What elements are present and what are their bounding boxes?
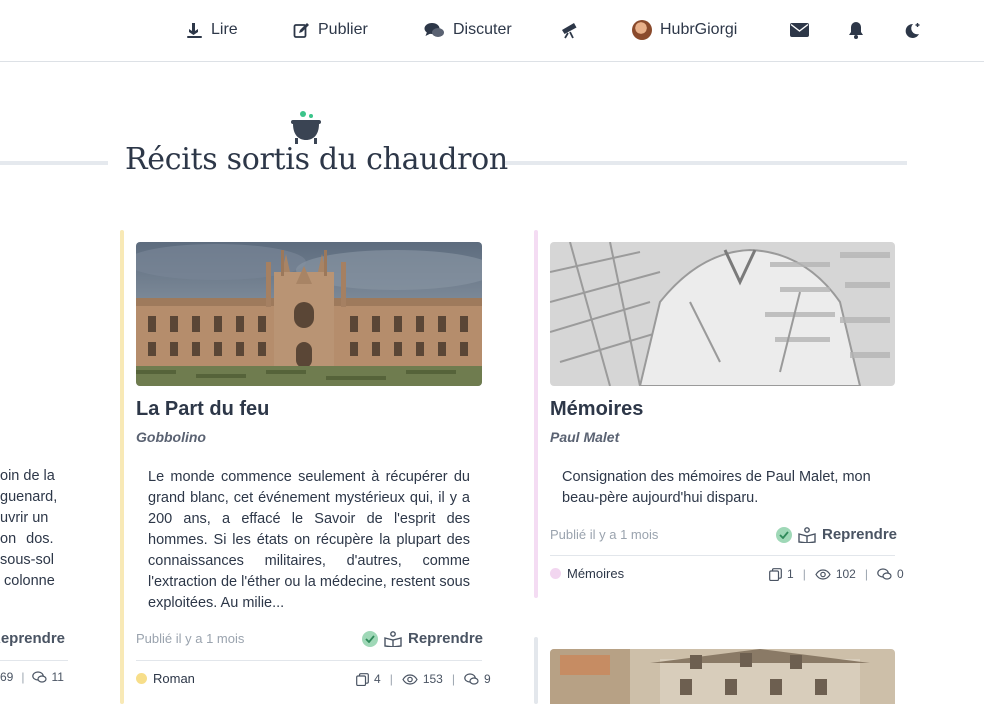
- story-card[interactable]: La Part du feu Gobbolino Le monde commen…: [120, 230, 491, 704]
- story-cover-image[interactable]: [136, 242, 482, 386]
- separator: |: [389, 672, 393, 686]
- publish-date: Publié il y a 1 mois: [136, 631, 245, 646]
- book-reader-icon: [798, 526, 816, 543]
- card-stats: 1 | 102 | 0: [769, 567, 904, 581]
- telescope-icon: [562, 23, 577, 39]
- separator: |: [451, 672, 455, 686]
- title-divider-left: [0, 161, 108, 165]
- top-navbar: Lire Publier Discuter HubrGiorgi: [0, 0, 984, 62]
- comments-icon: [32, 670, 48, 683]
- chapters-count: 4: [374, 672, 381, 686]
- views-count: 153: [422, 672, 443, 686]
- tag-color-dot: [550, 568, 561, 579]
- divider: [0, 660, 68, 661]
- comments-icon: [464, 672, 479, 685]
- views-count: 102: [835, 567, 856, 581]
- story-card[interactable]: Mémoires Paul Malet Consignation des mém…: [534, 230, 904, 598]
- moon-icon: [905, 22, 920, 38]
- story-card[interactable]: [534, 637, 904, 704]
- nav-read-label: Lire: [211, 21, 238, 38]
- card-accent-bar: [534, 637, 538, 704]
- card-divider: [136, 660, 482, 661]
- story-cover-image[interactable]: [550, 649, 895, 704]
- eye-icon: [402, 673, 418, 685]
- nav-dark-mode[interactable]: [903, 17, 922, 43]
- story-author[interactable]: Paul Malet: [550, 429, 619, 445]
- nav-discuss-label: Discuter: [453, 21, 512, 38]
- comments-icon: [877, 567, 892, 580]
- partial-card-stats: 69 | 11: [0, 670, 64, 684]
- card-stats: 4 | 153 | 9: [356, 672, 491, 686]
- nav-publish-label: Publier: [318, 21, 368, 38]
- tag-label: Mémoires: [567, 566, 625, 581]
- genre-tag[interactable]: Roman: [136, 671, 195, 686]
- college-building-image: [136, 242, 482, 386]
- publish-date: Publié il y a 1 mois: [550, 527, 659, 542]
- envelope-icon: [790, 23, 809, 37]
- nav-discuss[interactable]: Discuter: [424, 17, 512, 43]
- nav-publish[interactable]: Publier: [293, 17, 368, 43]
- genre-tag[interactable]: Mémoires: [550, 566, 624, 581]
- story-author[interactable]: Gobbolino: [136, 429, 206, 445]
- eye-icon: [815, 568, 831, 580]
- card-accent-bar: [120, 230, 124, 704]
- old-house-postcard-image: [550, 649, 895, 704]
- card-divider: [550, 555, 895, 556]
- comments-count: 9: [483, 672, 491, 686]
- resume-label: Reprendre: [822, 526, 898, 543]
- section-title: Récits sortis du chaudron: [125, 142, 508, 177]
- text-line: sous-sol: [0, 552, 54, 568]
- reading-icon: [187, 22, 202, 38]
- text-line: oin de la: [0, 468, 55, 484]
- resume-button[interactable]: Reprendre: [362, 630, 483, 647]
- nav-telescope[interactable]: [560, 17, 580, 43]
- comments-count: 11: [51, 670, 64, 684]
- story-description: Consignation des mémoires de Paul Malet,…: [562, 469, 871, 506]
- tag-label: Roman: [153, 671, 195, 686]
- tag-color-dot: [136, 673, 147, 684]
- bell-icon: [849, 22, 863, 39]
- nav-profile[interactable]: HubrGiorgi: [632, 17, 737, 43]
- partial-resume-button[interactable]: Reprendre: [0, 630, 65, 647]
- newspaper-portrait-image: [550, 242, 895, 386]
- resume-label: Reprendre: [408, 630, 484, 647]
- chat-bubbles-icon: [424, 22, 444, 37]
- views-count: 69: [0, 670, 14, 684]
- nav-messages[interactable]: [790, 17, 809, 43]
- chapters-count: 1: [787, 567, 794, 581]
- text-line: uvrir un: [0, 510, 49, 526]
- text-line: colonne: [4, 573, 55, 589]
- text-line: guenard,: [0, 489, 58, 505]
- edit-icon: [293, 22, 309, 38]
- separator: |: [802, 567, 806, 581]
- story-description: Le monde commence seulement à récupérer …: [148, 469, 470, 611]
- nav-notifications[interactable]: [848, 17, 864, 43]
- separator: |: [21, 670, 25, 684]
- comments-count: 0: [896, 567, 904, 581]
- partial-card-description: oin de la guenard, uvrir un on dos. sous…: [0, 466, 57, 592]
- avatar: [632, 20, 652, 40]
- check-circle-icon: [776, 526, 792, 543]
- card-accent-bar: [534, 230, 538, 598]
- title-divider-right: [505, 161, 907, 165]
- story-title[interactable]: La Part du feu: [136, 398, 269, 421]
- nav-username: HubrGiorgi: [660, 21, 738, 38]
- resume-button[interactable]: Reprendre: [776, 526, 897, 543]
- book-reader-icon: [384, 630, 402, 647]
- text-line: on dos.: [0, 531, 54, 547]
- story-title[interactable]: Mémoires: [550, 398, 643, 421]
- chapters-icon: [356, 672, 369, 686]
- partial-story-card[interactable]: oin de la guenard, uvrir un on dos. sous…: [0, 460, 68, 700]
- nav-read[interactable]: Lire: [186, 17, 238, 43]
- chapters-icon: [769, 567, 782, 581]
- check-circle-icon: [362, 630, 378, 647]
- story-cover-image[interactable]: [550, 242, 895, 386]
- separator: |: [864, 567, 868, 581]
